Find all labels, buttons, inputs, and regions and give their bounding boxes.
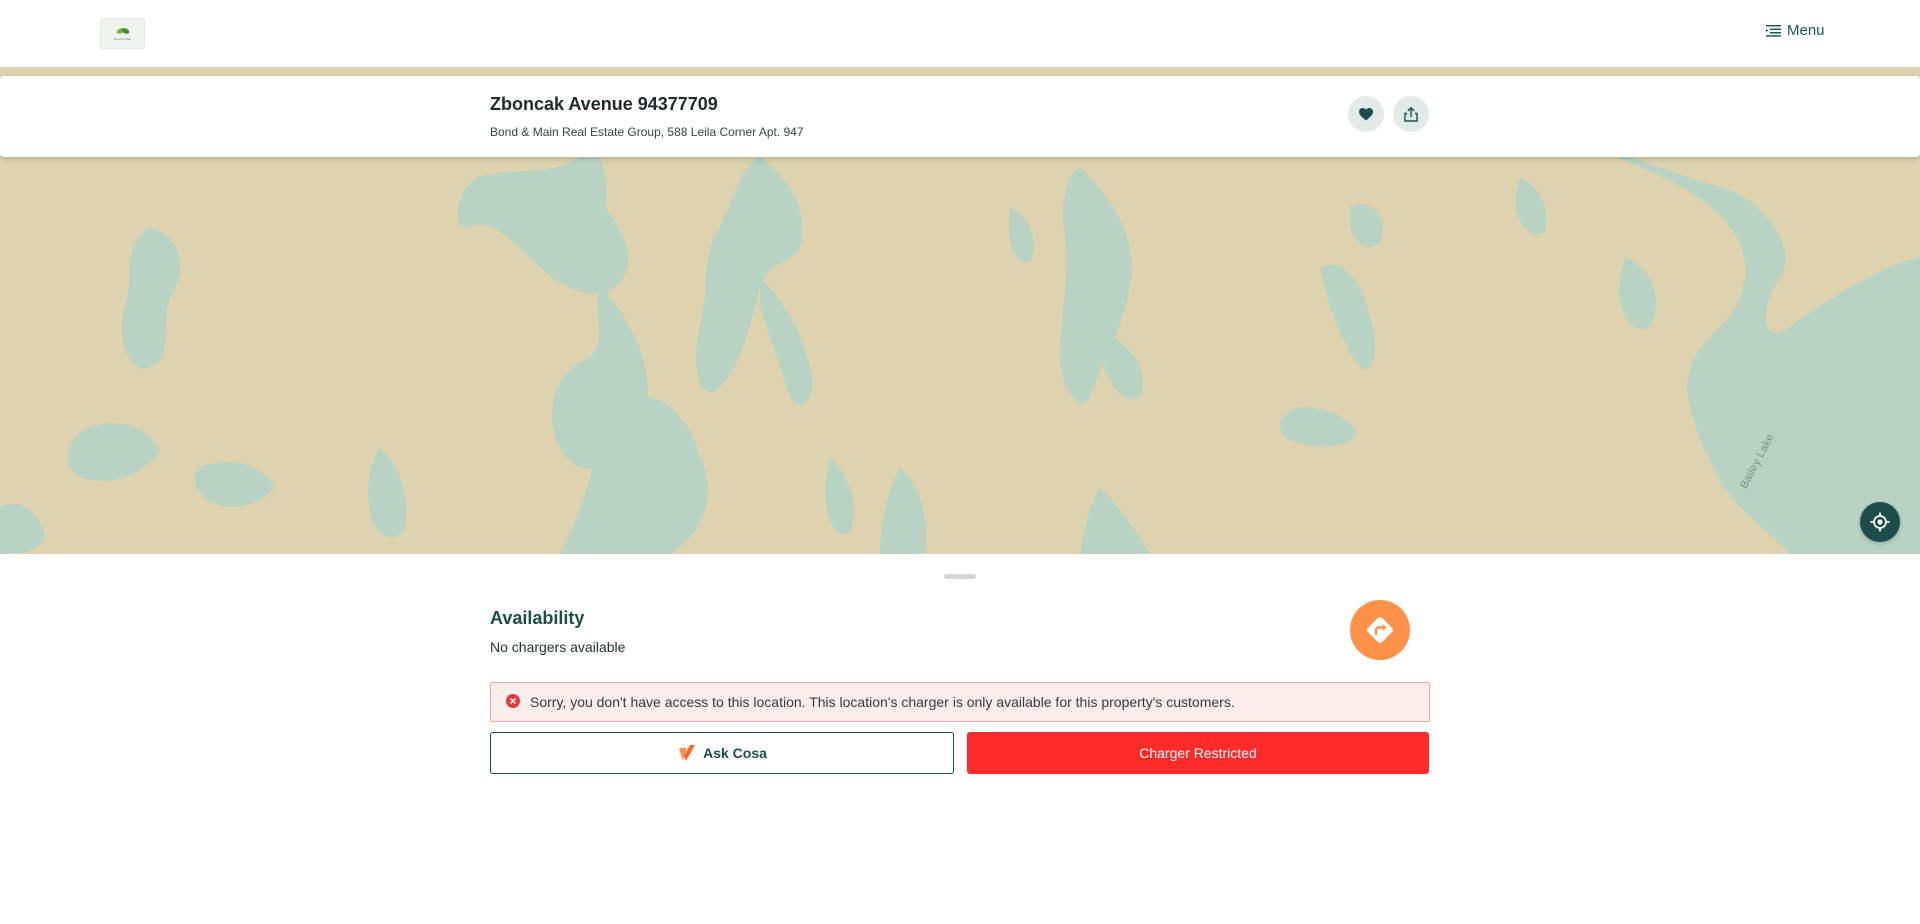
logo-text: Bond & Main xyxy=(113,37,132,41)
leaf-logo-icon xyxy=(116,28,129,34)
heart-icon xyxy=(1359,107,1373,120)
directions-icon xyxy=(1367,617,1393,643)
location-address: Bond & Main Real Estate Group, 588 Leila… xyxy=(490,125,804,139)
top-navigation-bar: Bond & Main Menu xyxy=(0,0,1920,67)
share-icon xyxy=(1404,106,1418,122)
locate-me-button[interactable] xyxy=(1860,502,1900,542)
access-restricted-alert: Sorry, you don't have access to this loc… xyxy=(490,682,1430,722)
location-details-sheet: Availability No chargers available Sorry… xyxy=(0,554,1920,924)
error-icon xyxy=(506,694,520,708)
menu-label: Menu xyxy=(1787,22,1825,39)
charger-restricted-label: Charger Restricted xyxy=(1139,745,1257,761)
alert-message: Sorry, you don't have access to this loc… xyxy=(530,694,1235,710)
sheet-drag-handle[interactable] xyxy=(944,574,976,579)
charger-restricted-button[interactable]: Charger Restricted xyxy=(967,732,1429,774)
cosa-logo-icon xyxy=(679,745,696,761)
directions-button[interactable] xyxy=(1350,600,1410,660)
location-info-card: Zboncak Avenue 94377709 Bond & Main Real… xyxy=(0,76,1920,157)
menu-button[interactable]: Menu xyxy=(1766,22,1825,39)
crosshair-icon xyxy=(1870,512,1890,532)
location-title: Zboncak Avenue 94377709 xyxy=(490,94,718,114)
share-button[interactable] xyxy=(1393,96,1429,132)
brand-logo[interactable]: Bond & Main xyxy=(100,18,145,49)
menu-icon xyxy=(1766,25,1781,37)
favorite-button[interactable] xyxy=(1348,96,1384,132)
ask-cosa-button[interactable]: Ask Cosa xyxy=(490,732,954,774)
availability-status: No chargers available xyxy=(490,639,626,655)
availability-heading: Availability xyxy=(490,608,585,628)
ask-cosa-label: Ask Cosa xyxy=(703,745,767,761)
